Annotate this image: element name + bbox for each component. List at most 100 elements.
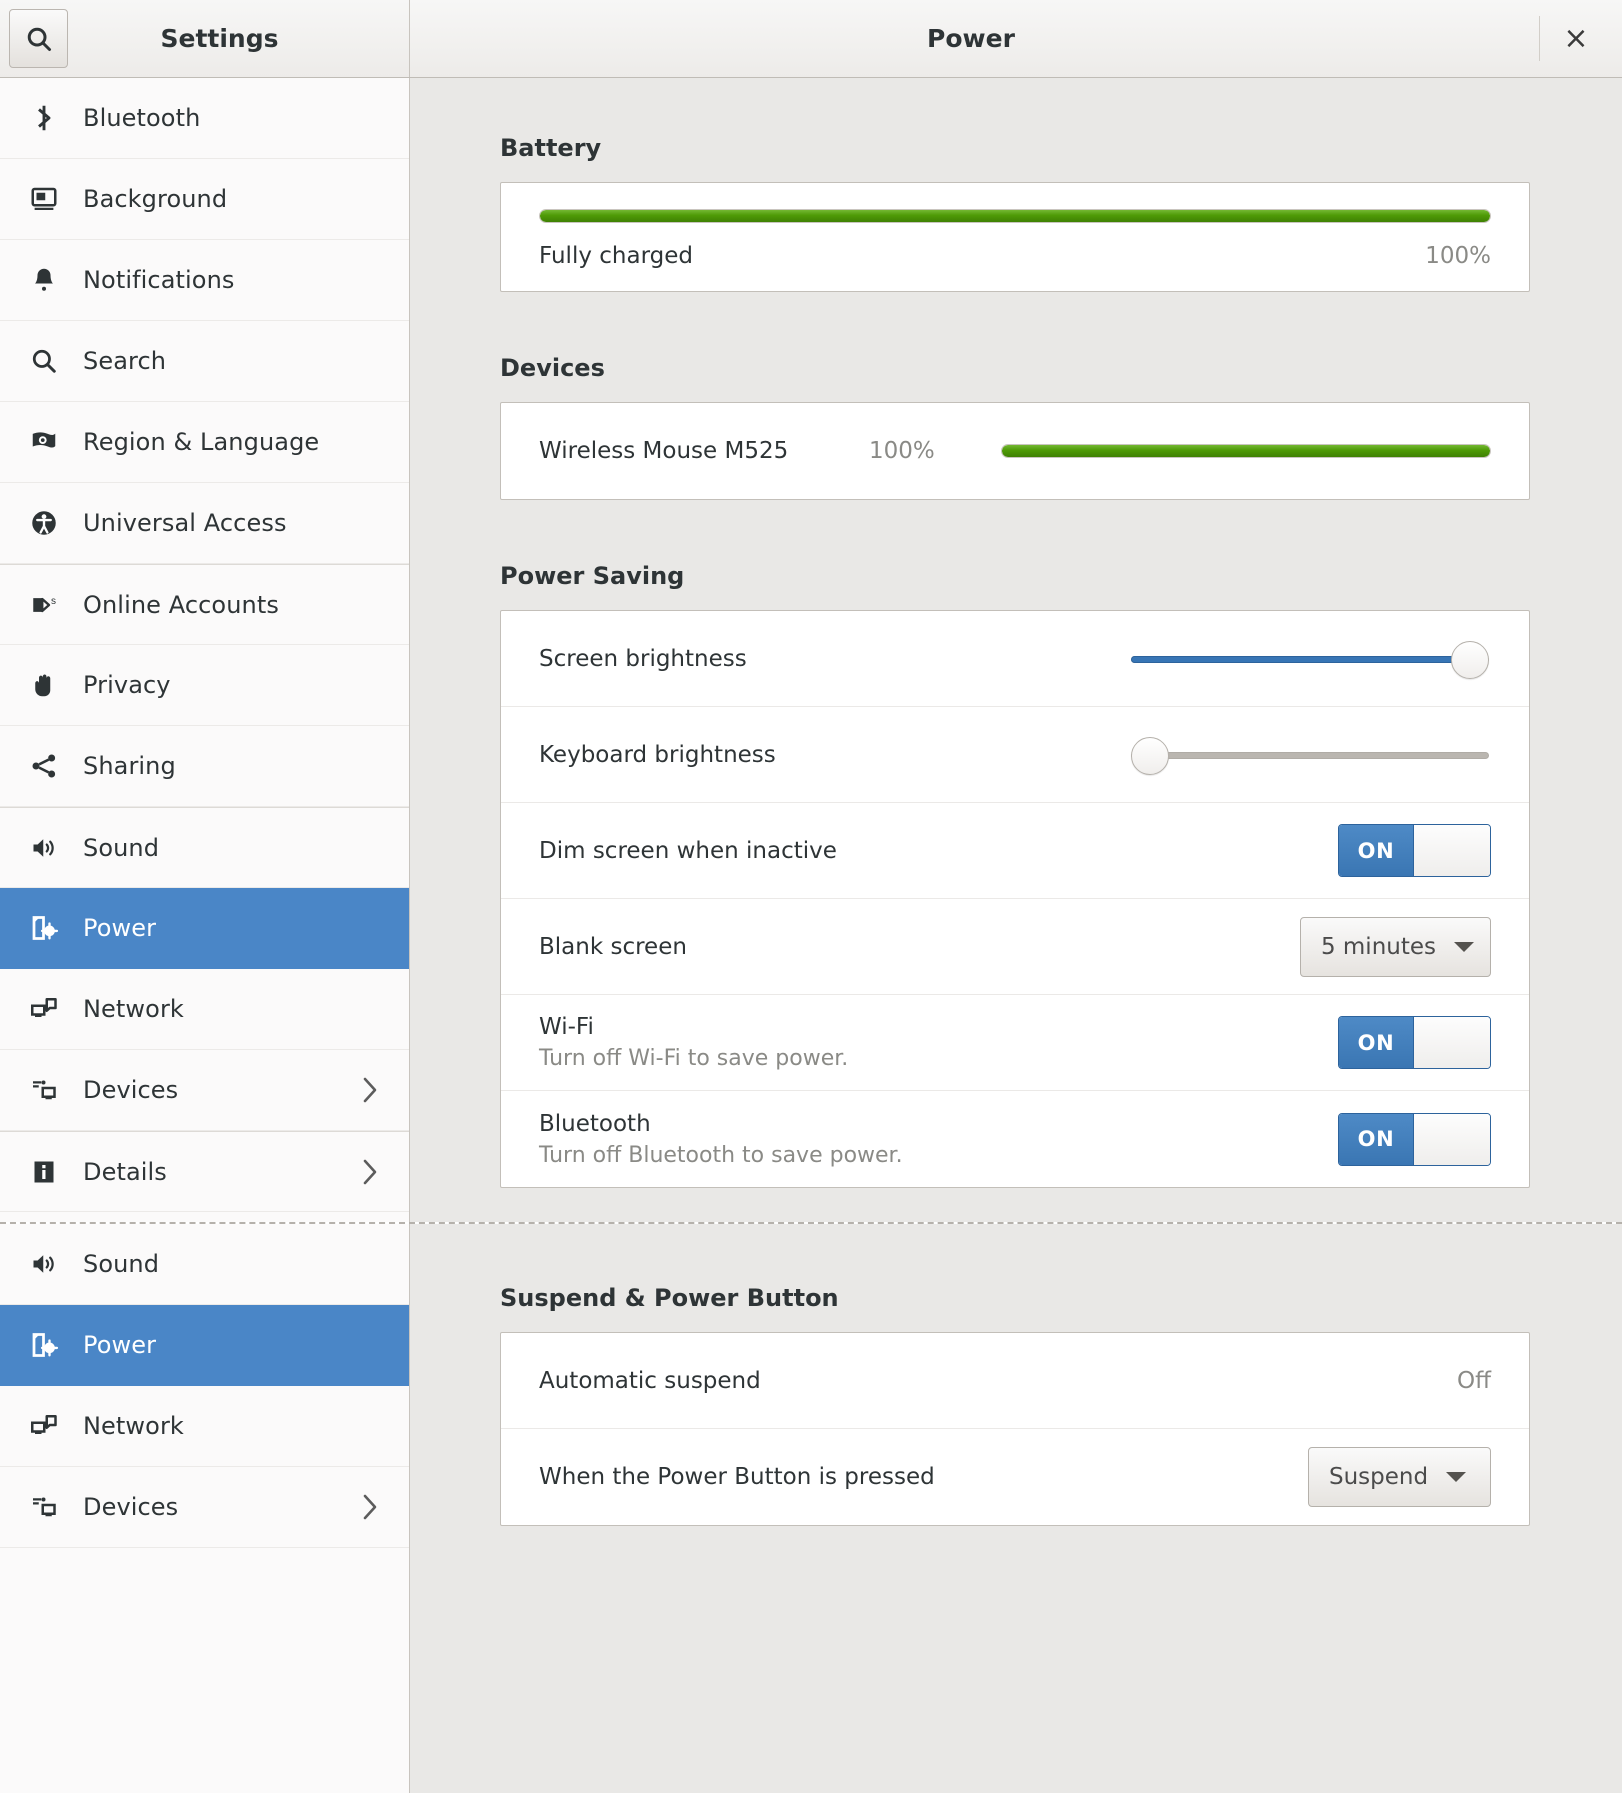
network-icon <box>22 1411 66 1441</box>
wifi-toggle[interactable]: ON <box>1338 1016 1491 1069</box>
sidebar-item-label: Devices <box>83 1076 179 1104</box>
row-power-button: When the Power Button is pressed Suspend <box>501 1429 1529 1525</box>
sidebar-item-label: Sharing <box>83 752 176 780</box>
automatic-suspend-value: Off <box>1457 1367 1491 1394</box>
toggle-state-label: ON <box>1339 1113 1413 1165</box>
row-screen-brightness: Screen brightness <box>501 611 1529 707</box>
power-button-label: When the Power Button is pressed <box>539 1464 935 1490</box>
sidebar-item-devices[interactable]: Devices <box>0 1467 409 1548</box>
sidebar-item-sharing[interactable]: Sharing <box>0 726 409 807</box>
device-progress-bar <box>1001 444 1491 458</box>
network-icon <box>22 994 66 1024</box>
sidebar-item-region-language[interactable]: Region & Language <box>0 402 409 483</box>
dim-screen-label: Dim screen when inactive <box>539 837 837 864</box>
close-icon[interactable]: × <box>1556 19 1596 59</box>
sidebar-item-notifications[interactable]: Notifications <box>0 240 409 321</box>
chevron-down-icon <box>1454 941 1474 952</box>
chevron-right-icon <box>362 1494 378 1520</box>
region-language-icon <box>22 427 66 457</box>
blank-screen-label: Blank screen <box>539 933 687 960</box>
sidebar-item-devices[interactable]: Devices <box>0 1050 409 1131</box>
sidebar-item-power[interactable]: Power <box>0 1305 409 1386</box>
sharing-icon <box>22 751 66 781</box>
sidebar-item-label: Sound <box>83 833 160 862</box>
sidebar-item-label: Background <box>83 185 228 213</box>
bluetooth-label: Bluetooth <box>539 1110 651 1137</box>
sidebar-item-search[interactable]: Search <box>0 321 409 402</box>
row-blank-screen: Blank screen 5 minutes <box>501 899 1529 995</box>
suspend-section-title: Suspend & Power Button <box>500 1284 839 1312</box>
background-icon <box>22 184 66 214</box>
sidebar-item-label: Notifications <box>83 266 235 294</box>
sound-icon <box>22 833 66 863</box>
devices-icon <box>22 1492 66 1522</box>
row-dim-screen: Dim screen when inactive ON <box>501 803 1529 899</box>
bluetooth-toggle[interactable]: ON <box>1338 1112 1491 1166</box>
device-progress-fill <box>1002 445 1490 457</box>
sidebar-item-label: Power <box>83 1331 157 1359</box>
notifications-icon <box>22 265 66 295</box>
sidebar-item-label: Online Accounts <box>83 590 279 619</box>
sidebar-item-label: Privacy <box>83 671 171 699</box>
sidebar-item-label: Network <box>83 995 184 1023</box>
sidebar-item-network[interactable]: Network <box>0 969 409 1050</box>
slider-handle[interactable] <box>1131 736 1169 775</box>
universal-access-icon <box>22 508 66 538</box>
sidebar-item-privacy[interactable]: Privacy <box>0 645 409 726</box>
online-accounts-icon: s <box>22 590 66 620</box>
keyboard-brightness-slider[interactable] <box>1131 735 1489 775</box>
battery-block: Fully charged 100% <box>501 183 1529 291</box>
svg-text:s: s <box>51 595 56 606</box>
sidebar-item-sound[interactable]: Sound <box>0 1224 409 1305</box>
sidebar-item-network[interactable]: Network <box>0 1386 409 1467</box>
chevron-right-icon <box>362 1159 378 1185</box>
sidebar-item-sound[interactable]: Sound <box>0 807 409 888</box>
sidebar-item-label: Universal Access <box>83 509 287 537</box>
window-body: Bluetooth Background Notifications Search Re… <box>0 78 1622 1222</box>
row-automatic-suspend[interactable]: Automatic suspend Off <box>501 1333 1529 1429</box>
sidebar-item-online-accounts[interactable]: s Online Accounts <box>0 564 409 645</box>
sidebar-item-label: Region & Language <box>83 428 320 456</box>
power-button-dropdown[interactable]: Suspend <box>1308 1447 1491 1507</box>
power-button-value: Suspend <box>1329 1464 1429 1490</box>
blank-screen-dropdown[interactable]: 5 minutes <box>1299 916 1491 977</box>
row-bluetooth: Bluetooth Turn off Bluetooth to save pow… <box>501 1091 1529 1187</box>
blank-screen-value: 5 minutes <box>1320 933 1436 960</box>
device-name: Wireless Mouse M525 <box>539 438 789 464</box>
row-keyboard-brightness: Keyboard brightness <box>501 707 1529 803</box>
wifi-sublabel: Turn off Wi-Fi to save power. <box>539 1046 849 1071</box>
header-divider <box>1539 16 1540 61</box>
panel-header: Power × <box>410 0 1622 77</box>
toggle-knob <box>1413 1113 1490 1165</box>
page-title: Power <box>927 24 1015 53</box>
screen-brightness-slider[interactable] <box>1131 639 1489 679</box>
battery-progress-bar <box>539 209 1491 223</box>
power-icon <box>22 913 66 943</box>
sidebar-item-power[interactable]: Power <box>0 888 409 969</box>
sidebar-item-label: Power <box>83 914 157 942</box>
suspend-panel: Suspend & Power Button Automatic suspend… <box>410 1224 1622 1793</box>
battery-percent: 100% <box>1425 243 1491 269</box>
device-percent: 100% <box>869 438 935 464</box>
sidebar-item-bluetooth[interactable]: Bluetooth <box>0 78 409 159</box>
power-saving-section-title: Power Saving <box>500 562 685 590</box>
toggle-state-label: ON <box>1339 825 1413 876</box>
suspend-frame: Automatic suspend Off When the Power But… <box>500 1332 1530 1526</box>
sidebar-item-details[interactable]: Details <box>0 1131 409 1212</box>
row-wifi: Wi-Fi Turn off Wi-Fi to save power. ON <box>501 995 1529 1091</box>
main-window: Settings Power × Bluetooth Background Noti… <box>0 0 1622 1222</box>
chevron-right-icon <box>362 1077 378 1103</box>
privacy-icon <box>22 670 66 700</box>
sidebar-item-background[interactable]: Background <box>0 159 409 240</box>
sidebar-item-universal-access[interactable]: Universal Access <box>0 483 409 564</box>
wifi-label: Wi-Fi <box>539 1014 594 1040</box>
slider-handle[interactable] <box>1451 640 1489 679</box>
search-icon <box>24 24 54 54</box>
devices-frame: Wireless Mouse M525 100% <box>500 402 1530 500</box>
dim-screen-toggle[interactable]: ON <box>1338 824 1491 877</box>
sidebar-item-label: Network <box>83 1412 184 1440</box>
search-button[interactable] <box>9 9 68 68</box>
sidebar-item-label: Devices <box>83 1493 179 1521</box>
header-bar: Settings Power × <box>0 0 1622 78</box>
screen-brightness-label: Screen brightness <box>539 645 747 672</box>
